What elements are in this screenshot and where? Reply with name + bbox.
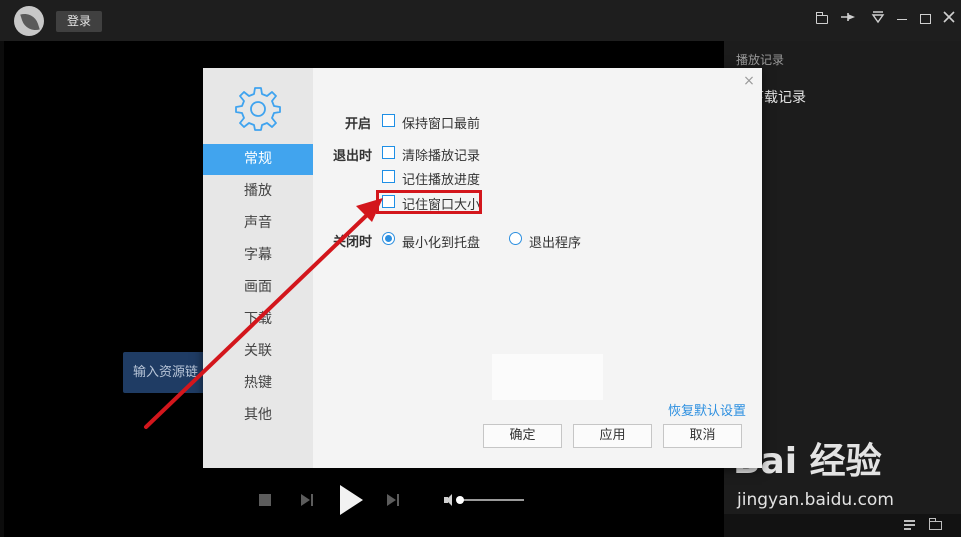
nav-association[interactable]: 关联 [203,336,313,367]
ok-button[interactable]: 确定 [483,424,562,448]
playback-controls [250,480,550,520]
volume-knob[interactable] [456,496,464,504]
previous-icon[interactable] [301,493,315,507]
pin-icon[interactable] [838,10,856,30]
nav-hotkey[interactable]: 热键 [203,368,313,399]
clear-history-checkbox[interactable] [382,146,395,159]
volume-icon[interactable] [444,494,456,506]
watermark-url: jingyan.baidu.com [737,490,894,510]
clear-history-label: 清除播放记录 [402,149,481,164]
exit-program-radio[interactable] [509,232,522,245]
logo-icon[interactable] [14,6,44,36]
nav-sound[interactable]: 声音 [203,208,313,239]
next-icon[interactable] [387,493,401,507]
settings-dialog: 常规 播放 声音 字幕 画面 下载 关联 热键 其他 × 开启 保持窗口最前 退… [203,68,762,468]
volume-slider[interactable] [456,496,524,504]
list-sort-icon[interactable] [904,519,918,531]
keep-on-top-label: 保持窗口最前 [402,117,481,132]
gear-icon [235,87,281,131]
settings-sidebar: 常规 播放 声音 字幕 画面 下载 关联 热键 其他 [203,68,313,468]
remember-progress-checkbox[interactable] [382,170,395,183]
folder-icon[interactable] [813,10,831,30]
nav-playback[interactable]: 播放 [203,176,313,207]
title-bar: 登录 [0,0,961,41]
open-folder-icon[interactable] [928,518,943,531]
minimize-to-tray-radio[interactable] [382,232,395,245]
login-button[interactable]: 登录 [56,11,102,32]
highlight-box [376,190,482,214]
minimize-to-tray-label: 最小化到托盘 [402,236,481,251]
keep-on-top-checkbox[interactable] [382,114,395,127]
close-section-label: 关闭时 [333,235,373,250]
stop-icon[interactable] [259,494,271,506]
nav-download[interactable]: 下载 [203,304,313,335]
close-icon[interactable] [940,10,958,30]
maximize-icon[interactable] [916,10,934,30]
exit-program-label: 退出程序 [529,236,582,251]
nav-other[interactable]: 其他 [203,400,313,431]
play-icon[interactable] [340,485,363,515]
playlist-title: 播放记录 [736,53,785,67]
apply-button[interactable]: 应用 [573,424,652,448]
nav-subtitle[interactable]: 字幕 [203,240,313,271]
filter-icon[interactable] [869,10,887,30]
exit-section-label: 退出时 [333,149,373,164]
baidu-watermark: Bai 经验 jingyan.baidu.com [733,432,933,516]
playlist-toolbar [724,514,961,537]
cancel-button[interactable]: 取消 [663,424,742,448]
start-section-label: 开启 [345,117,372,132]
remember-progress-label: 记住播放进度 [402,173,481,188]
nav-picture[interactable]: 画面 [203,272,313,303]
resource-link-input[interactable]: 输入资源链 [123,352,213,393]
blank-panel [492,354,603,400]
minimize-icon[interactable] [893,10,911,30]
restore-defaults-link[interactable]: 恢复默认设置 [668,400,746,419]
dialog-close-icon[interactable]: × [742,73,756,89]
nav-general[interactable]: 常规 [203,144,313,175]
